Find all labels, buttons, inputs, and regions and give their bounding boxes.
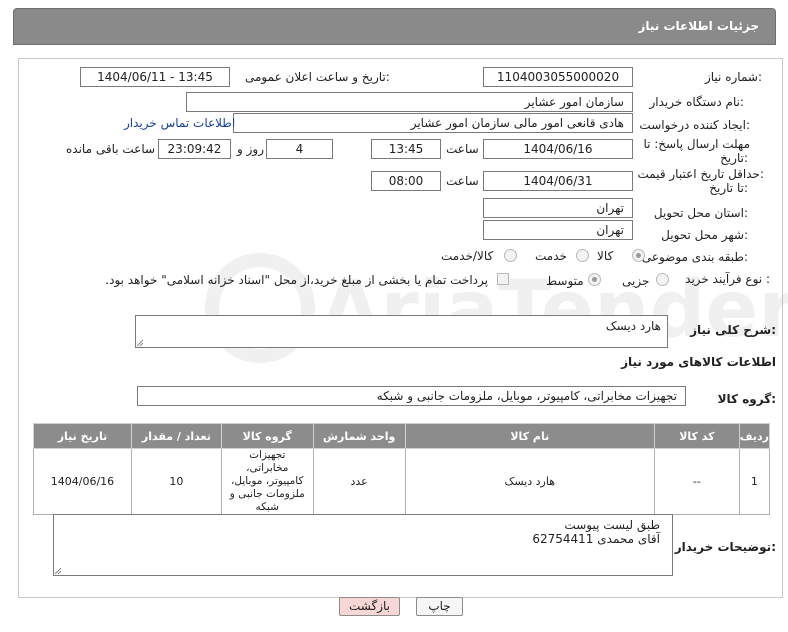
description-label: شرح کلی نیاز: <box>690 323 776 337</box>
delivery-city-field: تهران <box>483 220 633 240</box>
category-radio-goods-service[interactable] <box>504 249 517 262</box>
buyer-notes-textarea: طبق لیست پیوست آقای محمدی 62754411 <box>53 514 673 576</box>
col-need-date: تاریخ نیاز <box>33 423 132 449</box>
process-option-medium: متوسط <box>546 274 584 288</box>
goods-group-field: تجهیزات مخابراتی، کامپیوتر، موبایل، ملزو… <box>137 386 686 406</box>
announce-date-field: 1404/06/11 - 13:45 <box>80 67 230 87</box>
cell-unit: عدد <box>312 448 406 515</box>
category-option-goods: کالا <box>597 249 614 263</box>
resize-grip-icon[interactable] <box>136 339 144 347</box>
col-row-number: ردیف <box>738 423 771 449</box>
category-option-goods-service: کالا/خدمت <box>441 249 494 263</box>
process-radio-minor[interactable] <box>656 273 669 286</box>
announce-label: تاریخ و ساعت اعلان عمومی: <box>245 70 390 84</box>
deadline-time-label: ساعت <box>446 142 479 156</box>
remaining-time-field: 23:09:42 <box>158 139 231 159</box>
description-textarea: هارد دیسک <box>135 315 668 348</box>
back-button[interactable]: بازگشت <box>339 597 400 616</box>
days-remaining-field: 4 <box>266 139 333 159</box>
buyer-org-label: نام دستگاه خریدار: <box>649 95 745 109</box>
goods-info-title: اطلاعات کالاهای مورد نیاز <box>621 355 776 369</box>
print-button[interactable]: چاپ <box>416 597 463 616</box>
delivery-city-label: شهر محل تحویل: <box>661 228 748 242</box>
deadline-label: مهلت ارسال پاسخ: تا <box>643 137 750 151</box>
days-label: روز و <box>237 142 264 156</box>
col-quantity: تعداد / مقدار <box>130 423 222 449</box>
treasury-payment-note: پرداخت تمام یا بخشی از مبلغ خرید،از محل … <box>105 273 488 287</box>
need-number-label: شماره نیاز: <box>704 70 762 84</box>
price-validity-label-2: تا تاریخ: <box>709 181 748 195</box>
col-unit: واحد شمارش <box>312 423 406 449</box>
need-number-field: 1104003055000020 <box>483 67 633 87</box>
price-validity-time-label: ساعت <box>446 174 479 188</box>
col-goods-code: کد کالا <box>653 423 740 449</box>
cell-goods-name: هارد دیسک <box>404 448 655 515</box>
delivery-province-field: تهران <box>483 198 633 218</box>
deadline-label-2: تاریخ: <box>720 151 748 165</box>
creator-label: ایجاد کننده درخواست: <box>639 118 750 132</box>
items-table: ردیف کد کالا نام کالا واحد شمارش گروه کا… <box>33 423 771 515</box>
category-option-service: خدمت <box>535 249 567 263</box>
col-goods-group: گروه کالا <box>220 423 314 449</box>
remaining-time-label: ساعت باقی مانده <box>66 142 156 156</box>
cell-need-date: 1404/06/16 <box>33 448 132 515</box>
price-validity-time-field: 08:00 <box>371 171 441 191</box>
cell-goods-group: تجهیزات مخابراتی، کامپیوتر، موبایل، ملزو… <box>220 448 314 515</box>
deadline-date-field: 1404/06/16 <box>483 139 633 159</box>
cell-row-number: 1 <box>738 448 771 515</box>
deadline-time-field: 13:45 <box>371 139 441 159</box>
cell-goods-code: -- <box>653 448 740 515</box>
goods-group-label: گروه کالا: <box>717 392 776 406</box>
process-type-label: نوع فرآیند خرید : <box>685 272 770 286</box>
col-goods-name: نام کالا <box>404 423 655 449</box>
process-option-minor: جزیی <box>622 274 650 288</box>
price-validity-label: حداقل تاریخ اعتبار قیمت: <box>637 167 764 181</box>
buyer-contact-link[interactable]: اطلاعات تماس خریدار <box>124 116 235 130</box>
delivery-province-label: استان محل تحویل: <box>653 206 748 220</box>
page-title: جزئیات اطلاعات نیاز <box>638 19 759 33</box>
table-header-row: ردیف کد کالا نام کالا واحد شمارش گروه کا… <box>33 423 771 449</box>
cell-quantity: 10 <box>130 448 222 515</box>
buyer-notes-label: توضیحات خریدار: <box>674 540 776 554</box>
category-radio-service[interactable] <box>576 249 589 262</box>
resize-grip-icon[interactable] <box>54 567 62 575</box>
creator-field: هادی قانعی امور مالی سازمان امور عشایر <box>233 113 633 133</box>
buyer-org-field: سازمان امور عشایر <box>186 92 633 112</box>
treasury-payment-checkbox[interactable] <box>497 273 509 285</box>
price-validity-date-field: 1404/06/31 <box>483 171 633 191</box>
process-radio-medium[interactable] <box>588 273 601 286</box>
table-row: 1 -- هارد دیسک عدد تجهیزات مخابراتی، کام… <box>33 448 771 515</box>
page-header: جزئیات اطلاعات نیاز <box>13 8 776 45</box>
category-radio-goods[interactable] <box>632 249 645 262</box>
category-label: طبقه بندی موضوعی: <box>641 250 748 264</box>
